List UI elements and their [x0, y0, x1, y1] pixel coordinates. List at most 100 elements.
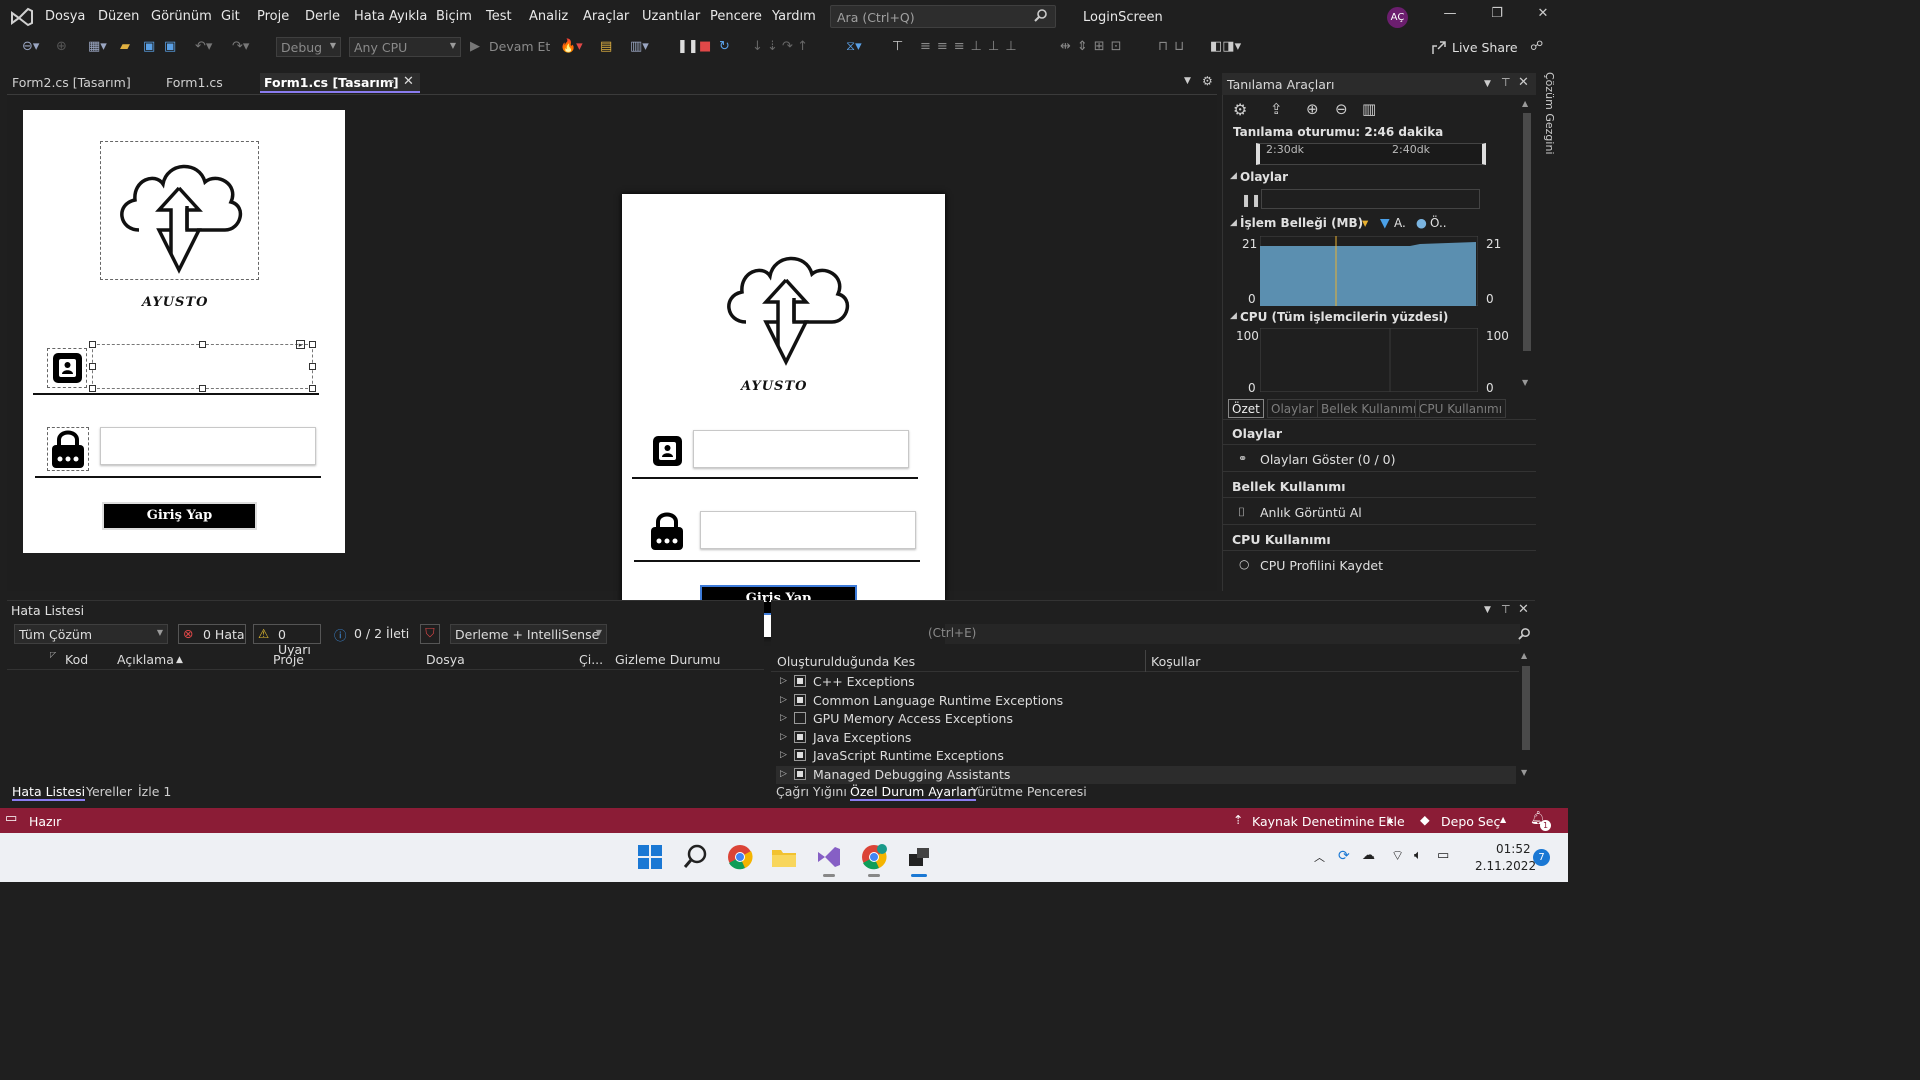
expand-icon[interactable]: ▷ [780, 713, 787, 723]
pin-icon[interactable]: ⊤ [1501, 603, 1511, 616]
redo-icon[interactable]: ↷▾ [232, 38, 249, 56]
col-file[interactable]: Dosya [426, 652, 465, 667]
chevron-up-icon[interactable]: ︿ [1314, 849, 1325, 865]
show-events-link[interactable]: Olayları Göster (0 / 0) [1260, 452, 1395, 467]
tab-call-stack[interactable]: Çağrı Yığını [776, 784, 847, 799]
pause-icon[interactable]: ❚❚ [677, 38, 699, 56]
collapse-icon[interactable]: ◢ [1230, 171, 1237, 181]
back-icon[interactable]: ⊖▾ [22, 38, 39, 56]
exception-checkbox[interactable] [794, 749, 806, 761]
visual-studio-logo-icon[interactable] [10, 6, 34, 28]
platform-select[interactable]: Any CPU ▼ [349, 37, 461, 57]
col-code[interactable]: Kod [65, 652, 88, 667]
exception-row[interactable]: ▷ GPU Memory Access Exceptions [776, 710, 1516, 728]
errors-filter-button[interactable]: ⊗ 0 Hata [178, 624, 246, 644]
collapse-icon[interactable]: ◢ [1230, 311, 1237, 321]
scroll-thumb[interactable] [1522, 666, 1530, 750]
save-icon[interactable]: ▣ [143, 38, 155, 56]
tab-watch1[interactable]: İzle 1 [138, 784, 171, 799]
hot-reload-icon[interactable]: 🔥▾ [560, 38, 583, 56]
col-line[interactable]: Çi... [579, 652, 603, 667]
resize-handle[interactable] [89, 363, 96, 370]
exception-checkbox[interactable] [794, 675, 806, 687]
build-filter-select[interactable]: Derleme + IntelliSense ▼ [450, 624, 607, 644]
tab-memory-usage[interactable]: Bellek Kullanımı [1317, 399, 1421, 418]
notification-center-badge[interactable]: 7 [1533, 849, 1550, 866]
live-share-button[interactable]: Live Share [1452, 40, 1518, 55]
hex-icon[interactable]: ⧖▾ [846, 38, 862, 56]
export-icon[interactable]: ⇪ [1270, 100, 1283, 118]
expand-icon[interactable]: ▷ [780, 769, 787, 779]
pin-icon[interactable]: ⊤ [1501, 76, 1511, 89]
settings-icon[interactable]: ⚙ [1233, 100, 1247, 119]
exception-checkbox[interactable] [794, 694, 806, 706]
panel-menu-icon[interactable]: ▼ [1484, 79, 1491, 89]
cpu-chart[interactable] [1260, 328, 1478, 392]
panel-menu-icon[interactable]: ▼ [1484, 605, 1491, 615]
menu-file[interactable]: Dosya [45, 9, 85, 24]
expand-icon[interactable]: ▷ [780, 676, 787, 686]
clock-date[interactable]: 2.11.2022 [1475, 859, 1536, 873]
tab-overflow-icon[interactable]: ▼ [1184, 76, 1191, 86]
exception-row[interactable]: ▷ Managed Debugging Assistants [776, 766, 1516, 784]
stop-icon[interactable]: ■ [699, 38, 711, 56]
config-select[interactable]: Debug ▼ [276, 37, 341, 57]
continue-button[interactable]: Devam Et [489, 38, 550, 56]
tab-summary[interactable]: Özet [1228, 399, 1264, 418]
chrome-icon[interactable] [727, 844, 753, 870]
resize-handle[interactable] [309, 341, 316, 348]
scroll-down-icon[interactable]: ▼ [1522, 378, 1528, 387]
memory-chart[interactable] [1260, 236, 1478, 306]
menu-build[interactable]: Derle [305, 9, 340, 24]
events-track[interactable] [1261, 189, 1480, 209]
search-input[interactable]: Ara (Ctrl+Q) [830, 5, 1056, 28]
cloud-off-icon[interactable]: ☁ [1362, 848, 1375, 863]
align-tools-icon[interactable]: ≡≡≡⊥⊥⊥ [920, 38, 1023, 56]
tab-locals[interactable]: Yereller [86, 784, 132, 799]
size-tools-icon[interactable]: ⊓⊔ [1158, 38, 1190, 56]
smart-tag-icon[interactable]: ▸ [296, 340, 305, 349]
menu-test[interactable]: Test [486, 9, 512, 24]
play-icon[interactable]: ▶ [470, 38, 480, 56]
filter-icon[interactable]: ⛉ [420, 624, 440, 644]
design-form[interactable]: AYUSTO ▸ Giriş Yap [23, 110, 345, 553]
user-icon-box[interactable] [47, 348, 87, 388]
sync-icon[interactable]: ⟳ [1338, 848, 1350, 864]
gear-icon[interactable]: ⚙ [1202, 74, 1213, 88]
minimize-icon[interactable]: — [1435, 6, 1465, 26]
tab-exception-settings[interactable]: Özel Durum Ayarları [850, 784, 976, 801]
live-share-icon[interactable] [1431, 40, 1447, 56]
select-repository-button[interactable]: Depo Seç [1441, 814, 1500, 829]
open-folder-icon[interactable]: ▰ [120, 38, 130, 56]
resize-handle[interactable] [199, 341, 206, 348]
expand-icon[interactable]: ▷ [780, 750, 787, 760]
exception-row[interactable]: ▷ JavaScript Runtime Exceptions [776, 747, 1516, 765]
close-panel-icon[interactable]: ✕ [1518, 75, 1529, 90]
exceptions-search-input[interactable] [945, 624, 1520, 644]
restart-icon[interactable]: ↻ [719, 38, 730, 56]
search-icon[interactable] [683, 844, 709, 870]
tab-form1-design[interactable]: Form1.cs [Tasarım] ⊸ ✕ [260, 73, 420, 93]
col-description[interactable]: Açıklama [117, 652, 174, 667]
reset-zoom-icon[interactable]: ▥ [1362, 100, 1376, 118]
tab-immediate-window[interactable]: Yürütme Penceresi [971, 784, 1087, 799]
resize-handle[interactable] [199, 385, 206, 392]
warnings-filter-button[interactable]: ⚠ 0 Uyarı [253, 624, 321, 657]
menu-edit[interactable]: Düzen [98, 9, 139, 24]
exception-checkbox[interactable] [794, 731, 806, 743]
close-icon[interactable]: ✕ [1528, 6, 1558, 26]
tab-form1-code[interactable]: Form1.cs [166, 75, 223, 90]
visual-studio-taskbar-icon[interactable] [816, 844, 842, 870]
expand-icon[interactable]: ▷ [780, 695, 787, 705]
close-panel-icon[interactable]: ✕ [1518, 602, 1529, 617]
menu-debug[interactable]: Hata Ayıkla [354, 9, 427, 24]
col-conditions[interactable]: Koşullar [1151, 654, 1200, 669]
menu-extensions[interactable]: Uzantılar [642, 9, 700, 24]
pin-tab-icon[interactable]: ⊸ [385, 75, 394, 88]
resize-handle[interactable] [89, 341, 96, 348]
file-explorer-icon[interactable] [771, 844, 797, 870]
lock-icon-box[interactable] [47, 427, 89, 471]
menu-window[interactable]: Pencere [710, 9, 762, 24]
menu-tools[interactable]: Araçlar [583, 9, 629, 24]
tab-error-list[interactable]: Hata Listesi [12, 784, 86, 801]
